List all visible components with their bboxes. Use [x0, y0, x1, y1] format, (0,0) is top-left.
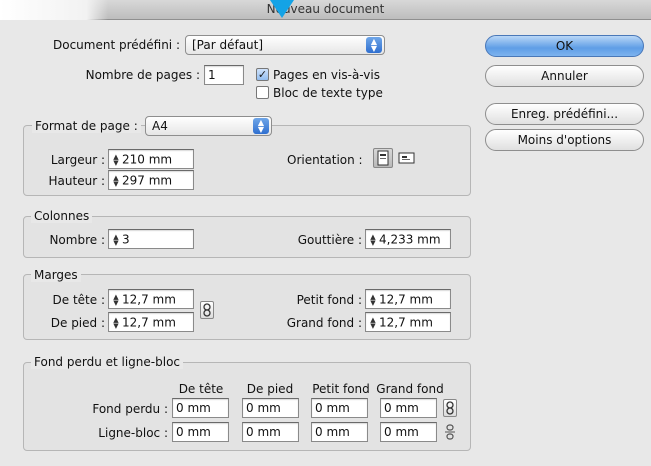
- facing-pages-checkbox[interactable]: ✓: [256, 68, 269, 81]
- master-text-checkbox[interactable]: [256, 86, 269, 99]
- inside-margin-input[interactable]: ▲ ▼ 12,7 mm: [365, 289, 451, 309]
- link-bleed-icon[interactable]: [443, 399, 457, 417]
- bottom-margin-value: 12,7 mm: [122, 315, 176, 330]
- slug-outside-input[interactable]: 0 mm: [380, 422, 437, 442]
- stepper-icon[interactable]: ▲ ▼: [369, 316, 377, 329]
- bleed-outside-value: 0 mm: [384, 401, 419, 415]
- slug-outside-value: 0 mm: [384, 425, 419, 439]
- fewer-options-button[interactable]: Moins d'options: [485, 129, 644, 151]
- columns-label: Colonnes: [31, 209, 93, 223]
- stepper-icon[interactable]: ▲ ▼: [112, 153, 120, 166]
- height-input[interactable]: ▲ ▼ 297 mm: [108, 170, 194, 190]
- bleed-outside-input[interactable]: 0 mm: [380, 398, 437, 418]
- width-value: 210 mm: [122, 152, 173, 167]
- gutter-label: Gouttière :: [297, 233, 362, 247]
- save-preset-button[interactable]: Enreg. prédéfini...: [485, 103, 644, 125]
- pages-label: Nombre de pages :: [85, 68, 200, 82]
- col-header-inside: Petit fond: [312, 382, 370, 396]
- bleed-slug-label: Fond perdu et ligne-bloc: [31, 355, 184, 369]
- master-text-label: Bloc de texte type: [273, 86, 383, 100]
- stepper-icon[interactable]: ▲ ▼: [112, 293, 120, 306]
- slug-top-input[interactable]: 0 mm: [172, 422, 229, 442]
- margins-label: Marges: [31, 268, 81, 282]
- height-value: 297 mm: [122, 173, 173, 188]
- preset-label: Document prédéfini :: [52, 38, 180, 52]
- cancel-button[interactable]: Annuler: [485, 65, 644, 87]
- bleed-top-input[interactable]: 0 mm: [172, 398, 229, 418]
- select-arrows-icon: ▲ ▼: [366, 37, 382, 53]
- stepper-icon[interactable]: ▲ ▼: [369, 293, 377, 306]
- preset-value: [Par défaut]: [192, 38, 264, 52]
- bleed-bottom-input[interactable]: 0 mm: [242, 398, 299, 418]
- outside-margin-value: 12,7 mm: [379, 315, 433, 330]
- unlink-slug-icon[interactable]: [443, 424, 457, 440]
- preset-select[interactable]: [Par défaut] ▲ ▼: [185, 35, 385, 55]
- bleed-inside-input[interactable]: 0 mm: [311, 398, 368, 418]
- facing-pages-label: Pages en vis-à-vis: [273, 68, 380, 82]
- height-label: Hauteur :: [48, 174, 105, 188]
- landscape-orientation-icon[interactable]: [397, 149, 417, 167]
- portrait-orientation-icon[interactable]: [373, 148, 393, 168]
- select-arrows-icon: ▲ ▼: [253, 118, 269, 134]
- outside-margin-label: Grand fond :: [286, 316, 362, 330]
- col-header-bottom: De pied: [246, 382, 294, 396]
- title-highlight: [0, 0, 108, 20]
- col-header-top: De tête: [178, 382, 224, 396]
- top-margin-label: De tête :: [52, 293, 105, 307]
- outside-margin-input[interactable]: ▲ ▼ 12,7 mm: [365, 312, 451, 332]
- slug-inside-value: 0 mm: [315, 425, 350, 439]
- slug-bottom-input[interactable]: 0 mm: [242, 422, 299, 442]
- bleed-top-value: 0 mm: [176, 401, 211, 415]
- page-format-value: A4: [152, 119, 168, 133]
- bleed-inside-value: 0 mm: [315, 401, 350, 415]
- slug-top-value: 0 mm: [176, 425, 211, 439]
- column-number-value: 3: [122, 232, 130, 247]
- slug-inside-input[interactable]: 0 mm: [311, 422, 368, 442]
- pages-input[interactable]: 1: [204, 65, 244, 85]
- bleed-bottom-value: 0 mm: [246, 401, 281, 415]
- column-number-input[interactable]: ▲ ▼ 3: [108, 229, 194, 249]
- cursor-marker-icon: [270, 0, 294, 18]
- page-format-label: Format de page :: [32, 119, 141, 133]
- width-label: Largeur :: [50, 153, 105, 167]
- slug-label: Ligne-bloc :: [98, 426, 168, 440]
- stepper-icon[interactable]: ▲ ▼: [112, 174, 120, 187]
- top-margin-input[interactable]: ▲ ▼ 12,7 mm: [108, 289, 194, 309]
- bleed-label: Fond perdu :: [92, 402, 168, 416]
- pages-value: 1: [208, 68, 216, 82]
- bottom-margin-input[interactable]: ▲ ▼ 12,7 mm: [108, 312, 194, 332]
- link-margins-icon[interactable]: [200, 301, 214, 319]
- width-input[interactable]: ▲ ▼ 210 mm: [108, 149, 194, 169]
- slug-bottom-value: 0 mm: [246, 425, 281, 439]
- page-format-select[interactable]: A4 ▲ ▼: [145, 116, 272, 136]
- gutter-input[interactable]: ▲ ▼ 4,233 mm: [365, 229, 451, 249]
- bottom-margin-label: De pied :: [50, 316, 105, 330]
- top-margin-value: 12,7 mm: [122, 292, 176, 307]
- column-number-label: Nombre :: [49, 233, 105, 247]
- stepper-icon[interactable]: ▲ ▼: [112, 316, 120, 329]
- inside-margin-label: Petit fond :: [296, 293, 362, 307]
- inside-margin-value: 12,7 mm: [379, 292, 433, 307]
- stepper-icon[interactable]: ▲ ▼: [369, 233, 377, 246]
- col-header-outside: Grand fond: [376, 382, 444, 396]
- ok-button[interactable]: OK: [485, 35, 644, 57]
- stepper-icon[interactable]: ▲ ▼: [112, 233, 120, 246]
- gutter-value: 4,233 mm: [379, 232, 441, 247]
- orientation-label: Orientation :: [287, 153, 363, 167]
